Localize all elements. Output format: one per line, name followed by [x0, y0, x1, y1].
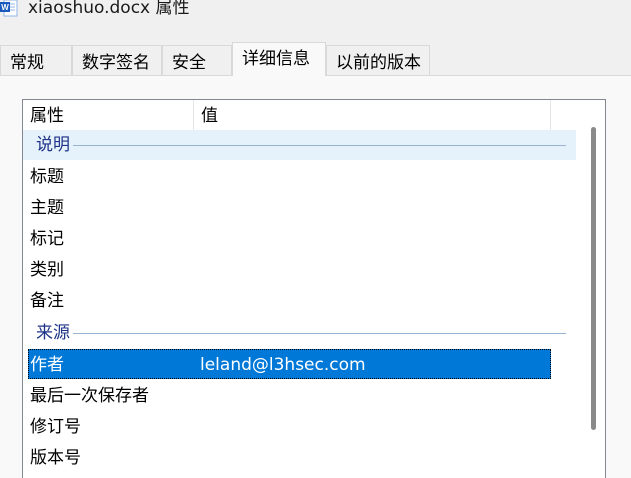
property-name: 版本号 — [30, 448, 81, 468]
property-name: 备注 — [30, 291, 64, 311]
column-header-value[interactable]: 值 — [194, 100, 550, 130]
property-name: 作者 — [30, 355, 64, 375]
list-item[interactable]: 标记 — [28, 223, 551, 253]
column-divider[interactable] — [550, 100, 551, 130]
tab-strip: 常规 数字签名 安全 详细信息 以前的版本 — [0, 42, 631, 76]
list-header: 属性 值 — [23, 100, 551, 130]
list-item[interactable]: 版本号 — [28, 442, 551, 472]
word-document-icon: W — [0, 0, 18, 17]
property-name: 标记 — [30, 229, 64, 249]
group-header-description[interactable]: 说明 — [23, 130, 576, 160]
tab-details[interactable]: 详细信息 — [232, 42, 326, 76]
property-name: 最后一次保存者 — [30, 386, 149, 406]
property-name: 类别 — [30, 260, 64, 280]
group-label: 来源 — [36, 318, 72, 348]
details-list[interactable]: 属性 值 说明 标题 主题 标记 类别 备注 来源 作者 leland@l3hs… — [22, 99, 606, 478]
svg-text:W: W — [1, 3, 9, 12]
list-item[interactable]: 修订号 — [28, 411, 551, 441]
group-divider-line — [73, 145, 566, 146]
scrollbar-thumb[interactable] — [591, 127, 596, 430]
property-name: 主题 — [30, 198, 64, 218]
group-divider-line — [73, 333, 566, 334]
properties-dialog: W xiaoshuo.docx 属性 常规 数字签名 安全 详细信息 以前的版本… — [0, 0, 631, 478]
tab-previous-versions[interactable]: 以前的版本 — [326, 45, 430, 75]
property-value: leland@l3hsec.com — [200, 355, 366, 375]
list-item[interactable]: 备注 — [28, 285, 551, 315]
list-item[interactable]: 最后一次保存者 — [28, 380, 551, 410]
list-item[interactable]: 主题 — [28, 192, 551, 222]
vertical-scrollbar[interactable] — [583, 100, 605, 478]
property-name: 标题 — [30, 167, 64, 187]
window-title: xiaoshuo.docx 属性 — [28, 0, 190, 18]
list-item[interactable]: 类别 — [28, 254, 551, 284]
tab-general[interactable]: 常规 — [0, 45, 72, 75]
list-item[interactable]: 标题 — [28, 161, 551, 191]
title-bar: W xiaoshuo.docx 属性 — [0, 0, 631, 24]
list-item-selected[interactable]: 作者 leland@l3hsec.com — [28, 349, 551, 379]
property-name: 修订号 — [30, 417, 81, 437]
tab-security[interactable]: 安全 — [162, 45, 232, 75]
tab-digital-signatures[interactable]: 数字签名 — [72, 45, 162, 75]
column-header-property[interactable]: 属性 — [23, 100, 193, 130]
group-label: 说明 — [36, 130, 72, 160]
group-header-origin[interactable]: 来源 — [23, 318, 576, 348]
